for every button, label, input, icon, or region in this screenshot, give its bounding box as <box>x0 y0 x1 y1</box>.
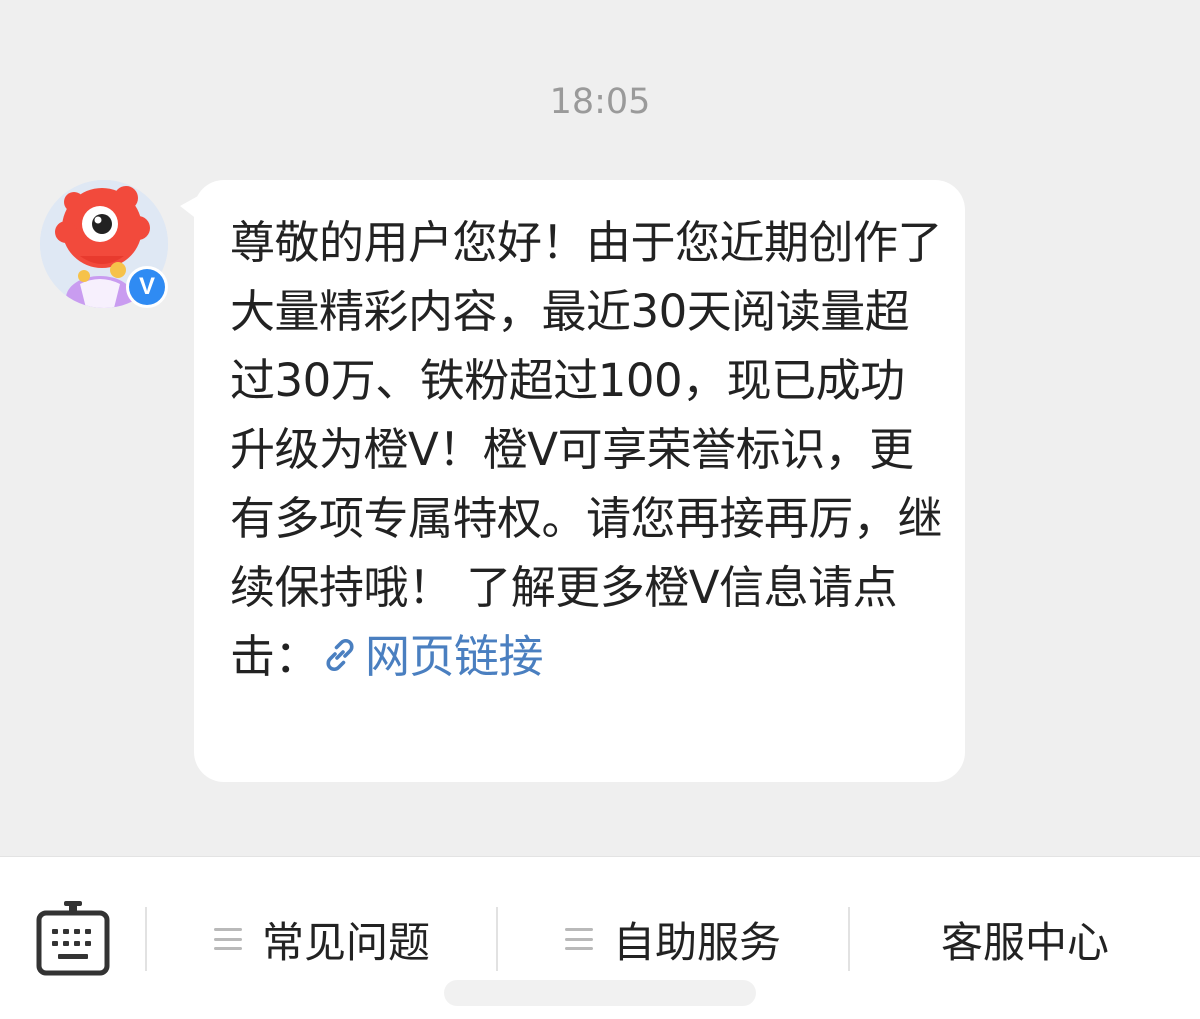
verified-v-icon: V <box>129 269 165 305</box>
menu-faq-label: 常见问题 <box>261 917 430 967</box>
web-link[interactable]: 网页链接 <box>319 630 544 683</box>
message-text: 尊敬的用户您好！由于您近期创作了大量精彩内容，最近30天阅读量超过30万、铁粉超… <box>230 208 945 691</box>
menu-lines-icon <box>564 928 593 950</box>
verified-badge: V <box>126 266 168 308</box>
menu-customer-service-button[interactable]: 客服中心 <box>850 907 1200 971</box>
menu-customer-service-label: 客服中心 <box>940 917 1109 967</box>
message-bubble: 尊敬的用户您好！由于您近期创作了大量精彩内容，最近30天阅读量超过30万、铁粉超… <box>194 180 965 782</box>
link-icon <box>326 639 354 671</box>
menu-lines-icon <box>213 928 242 950</box>
keyboard-icon[interactable] <box>36 901 110 977</box>
message-body: 尊敬的用户您好！由于您近期创作了大量精彩内容，最近30天阅读量超过30万、铁粉超… <box>230 216 943 683</box>
menu-faq-button[interactable]: 常见问题 <box>147 907 497 971</box>
home-indicator[interactable] <box>444 980 756 1006</box>
menu-self-service-button[interactable]: 自助服务 <box>498 907 848 971</box>
menu-self-service-label: 自助服务 <box>612 917 781 967</box>
message-timestamp: 18:05 <box>549 82 651 122</box>
web-link-label: 网页链接 <box>365 630 544 683</box>
chat-area: 18:05 V 尊敬的用户您好！由于您近期创作了大量精彩内容，最近30天阅读量超… <box>0 0 1200 856</box>
